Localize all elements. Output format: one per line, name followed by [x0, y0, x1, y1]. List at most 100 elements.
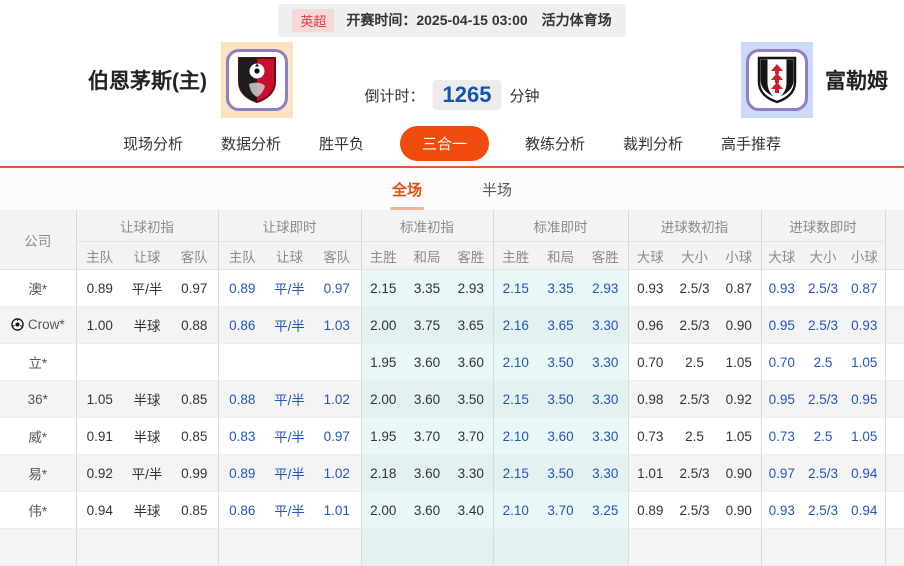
header-subcol: 和局 [405, 241, 449, 270]
odds-cell: 0.89 [217, 454, 266, 492]
company-cell: 立* [0, 343, 76, 381]
home-badge-bg [221, 42, 293, 118]
filler-cell [884, 343, 904, 381]
nav-tab-0[interactable]: 现场分析 [121, 127, 185, 160]
odds-cell [844, 528, 885, 566]
header-group-3: 标准即时 [492, 210, 628, 242]
countdown-label: 倒计时： [364, 87, 425, 105]
odds-cell: 2.5/3 [802, 491, 844, 529]
subtab-0[interactable]: 全场 [389, 175, 425, 210]
odds-cell: 平/半 [266, 306, 313, 344]
odds-cell: 0.83 [217, 417, 266, 455]
header-company: 公司 [0, 210, 76, 270]
odds-cell: 2.5/3 [802, 306, 844, 344]
odds-cell: 3.30 [583, 343, 628, 381]
nav-tab-1[interactable]: 数据分析 [219, 127, 283, 160]
odds-cell: 1.03 [313, 306, 361, 344]
odds-cell: 2.5 [672, 343, 717, 381]
odds-cell: 0.89 [75, 269, 123, 307]
header-filler [884, 210, 904, 270]
filler-cell [884, 380, 904, 418]
company-cell: Crow* [0, 306, 76, 344]
table-row [0, 528, 904, 566]
odds-cell: 3.40 [449, 491, 493, 529]
nav-tab-3[interactable]: 三合一 [399, 125, 489, 161]
odds-cell: 1.95 [360, 343, 405, 381]
odds-cell: 2.10 [492, 491, 538, 529]
odds-cell: 2.5/3 [802, 380, 844, 418]
company-cell: 澳* [0, 269, 76, 307]
odds-cell: 3.50 [538, 380, 583, 418]
odds-cell: 平/半 [266, 454, 313, 492]
odds-cell: 2.93 [449, 269, 493, 307]
odds-cell [171, 343, 218, 381]
odds-cell: 0.95 [844, 380, 885, 418]
odds-cell: 0.92 [75, 454, 123, 492]
header-group-4: 进球数初指 [627, 210, 761, 242]
odds-cell: 3.25 [583, 491, 628, 529]
odds-cell: 2.5/3 [672, 380, 717, 418]
odds-cell: 3.30 [449, 454, 493, 492]
nav-tab-5[interactable]: 裁判分析 [621, 127, 685, 160]
odds-cell: 2.15 [492, 454, 538, 492]
odds-cell: 0.97 [760, 454, 802, 492]
header-group-5: 进球数即时 [760, 210, 885, 242]
odds-cell: 2.5 [672, 417, 717, 455]
odds-cell: 2.10 [492, 343, 538, 381]
odds-cell: 3.65 [538, 306, 583, 344]
odds-cell: 0.70 [627, 343, 672, 381]
countdown-value: 1265 [432, 80, 502, 110]
header-subcol: 客队 [171, 241, 218, 270]
odds-cell: 2.15 [360, 269, 405, 307]
odds-cell: 3.60 [449, 343, 493, 381]
odds-cell: 1.02 [313, 380, 361, 418]
odds-cell: 3.75 [405, 306, 449, 344]
filler-cell [884, 528, 904, 566]
header-subcol: 主队 [75, 241, 123, 270]
odds-cell: 0.95 [760, 306, 802, 344]
odds-cell: 半球 [123, 491, 171, 529]
odds-cell: 3.60 [405, 380, 449, 418]
odds-cell: 3.70 [538, 491, 583, 529]
odds-cell [266, 528, 313, 566]
odds-cell: 0.73 [627, 417, 672, 455]
header-group-0: 让球初指 [75, 210, 218, 242]
odds-cell [75, 343, 123, 381]
odds-cell: 3.60 [405, 454, 449, 492]
header-subcol: 大小 [672, 241, 717, 270]
odds-cell [217, 528, 266, 566]
odds-cell [583, 528, 628, 566]
odds-cell: 2.5/3 [672, 491, 717, 529]
odds-cell: 3.60 [538, 417, 583, 455]
company-cell: 易* [0, 454, 76, 492]
odds-cell: 2.00 [360, 306, 405, 344]
subtab-1[interactable]: 半场 [480, 175, 514, 204]
nav-tab-6[interactable]: 高手推荐 [719, 127, 783, 160]
odds-cell: 半球 [123, 380, 171, 418]
odds-cell: 2.16 [492, 306, 538, 344]
nav-tab-2[interactable]: 胜平负 [317, 127, 366, 160]
away-team: 富勒姆 [741, 42, 888, 118]
countdown-unit: 分钟 [509, 87, 540, 105]
odds-cell: 0.97 [313, 269, 361, 307]
odds-cell: 3.60 [405, 491, 449, 529]
odds-cell [538, 528, 583, 566]
nav-tab-4[interactable]: 教练分析 [523, 127, 587, 160]
odds-cell: 0.90 [717, 306, 761, 344]
header-subcol: 主胜 [492, 241, 538, 270]
odds-cell: 0.90 [717, 491, 761, 529]
odds-cell: 1.05 [75, 380, 123, 418]
odds-cell: 1.00 [75, 306, 123, 344]
odds-cell: 1.05 [844, 343, 885, 381]
period-subtabs: 全场 半场 [0, 168, 904, 210]
odds-cell: 0.87 [717, 269, 761, 307]
filler-cell [884, 417, 904, 455]
odds-cell [492, 528, 538, 566]
odds-cell: 3.70 [405, 417, 449, 455]
odds-cell: 3.30 [583, 306, 628, 344]
header-subcol: 主胜 [360, 241, 405, 270]
odds-cell: 半球 [123, 417, 171, 455]
odds-cell: 平/半 [123, 454, 171, 492]
odds-cell: 3.50 [538, 343, 583, 381]
odds-cell [171, 528, 218, 566]
